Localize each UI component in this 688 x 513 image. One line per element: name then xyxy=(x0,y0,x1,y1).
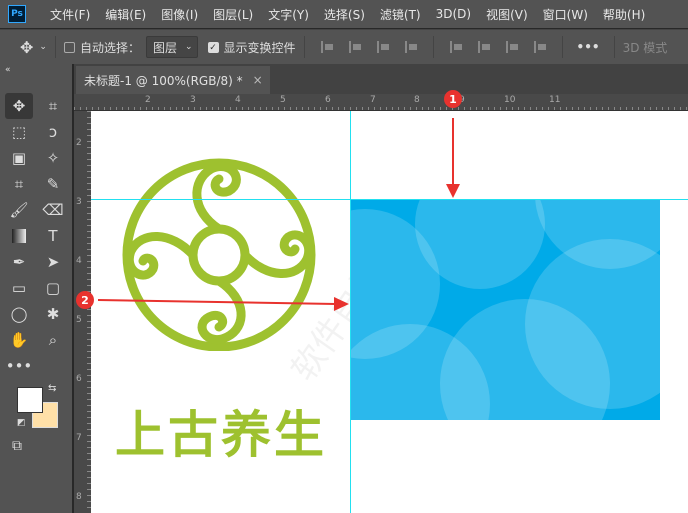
menu-layer[interactable]: 图层(L) xyxy=(213,6,253,23)
ellipse-tool-icon[interactable]: ◯ xyxy=(5,301,33,327)
ruler-label: 5 xyxy=(76,315,82,325)
menu-view[interactable]: 视图(V) xyxy=(486,6,528,23)
more-tools-icon[interactable]: ••• xyxy=(5,353,33,379)
foreground-color-swatch[interactable] xyxy=(17,387,43,413)
annotation-badge-1: 1 xyxy=(444,90,462,108)
align-left-icon[interactable] xyxy=(320,41,333,53)
marquee-tool-icon[interactable]: ⬚ xyxy=(5,119,33,145)
horizontal-guide[interactable] xyxy=(91,199,688,200)
chevron-down-icon[interactable]: ⌄ xyxy=(39,42,47,52)
align-top-icon[interactable] xyxy=(449,41,462,53)
document-title: 未标题-1 @ 100%(RGB/8) * xyxy=(84,73,243,88)
ruler-label: 4 xyxy=(76,256,82,266)
rectangle-tool-icon[interactable]: ▭ xyxy=(5,275,33,301)
ruler-label: 8 xyxy=(414,95,420,105)
distribute-vertical-icon[interactable] xyxy=(404,41,417,53)
artboard-tool-icon[interactable]: ⌗ xyxy=(39,93,67,119)
pen-tool-icon[interactable]: ✒ xyxy=(5,249,33,275)
document-tab[interactable]: 未标题-1 @ 100%(RGB/8) * × xyxy=(76,66,270,94)
move-tool-icon[interactable]: ✥ xyxy=(20,38,33,57)
3d-mode-label: 3D 模式 xyxy=(622,40,668,55)
ruler-label: 8 xyxy=(76,492,82,502)
hand-tool-icon[interactable]: ✋ xyxy=(5,327,33,353)
document-tab-bar: 未标题-1 @ 100%(RGB/8) * × xyxy=(74,64,688,94)
show-transform-checkbox[interactable]: ✓ xyxy=(207,41,219,53)
layer-select-value: 图层 xyxy=(152,40,177,55)
ruler-label: 7 xyxy=(76,433,82,443)
ruler-label: 6 xyxy=(76,374,82,384)
menu-edit[interactable]: 编辑(E) xyxy=(105,6,146,23)
vertical-guide[interactable] xyxy=(350,111,351,513)
brush-tool-icon[interactable]: 🖌 xyxy=(5,197,33,223)
collapse-icon[interactable]: « xyxy=(5,65,11,75)
screen-mode-icon[interactable]: ⧉ xyxy=(12,438,22,454)
menu-image[interactable]: 图像(I) xyxy=(161,6,198,23)
ruler-label: 4 xyxy=(235,95,241,105)
ruler-label: 3 xyxy=(190,95,196,105)
menu-filter[interactable]: 滤镜(T) xyxy=(380,6,421,23)
blue-rectangle-layer[interactable] xyxy=(350,199,660,420)
object-select-tool-icon[interactable]: ▣ xyxy=(5,145,33,171)
show-transform-label: 显示变换控件 xyxy=(223,40,296,55)
menu-3d[interactable]: 3D(D) xyxy=(436,7,471,21)
eraser-tool-icon[interactable]: ⌫ xyxy=(39,197,67,223)
chevron-down-icon: ⌄ xyxy=(184,42,193,52)
custom-shape-icon[interactable]: ✱ xyxy=(39,301,67,327)
align-middle-icon[interactable] xyxy=(477,41,490,53)
auto-select-label: 自动选择： xyxy=(79,40,140,55)
crop-tool-icon[interactable]: ⌗ xyxy=(5,171,33,197)
distribute-horizontal-icon[interactable] xyxy=(533,41,546,53)
zoom-tool-icon[interactable]: ⌕ xyxy=(39,327,67,353)
default-colors-icon[interactable]: ◩ xyxy=(17,418,26,428)
ruler-label: 10 xyxy=(504,95,516,105)
photoshop-logo: Ps xyxy=(8,5,26,23)
magic-wand-icon[interactable]: ✧ xyxy=(39,145,67,171)
rounded-rect-tool-icon[interactable]: ▢ xyxy=(39,275,67,301)
more-options-button[interactable]: ••• xyxy=(577,40,600,54)
menu-select[interactable]: 选择(S) xyxy=(324,6,365,23)
annotation-badge-2: 2 xyxy=(76,291,94,309)
brand-logo xyxy=(122,158,316,351)
menu-type[interactable]: 文字(Y) xyxy=(268,6,309,23)
ruler-label: 11 xyxy=(549,95,561,105)
menu-help[interactable]: 帮助(H) xyxy=(603,6,645,23)
ruler-label: 3 xyxy=(76,197,82,207)
menu-bar: Ps 文件(F) 编辑(E) 图像(I) 图层(L) 文字(Y) 选择(S) 滤… xyxy=(0,0,688,28)
vertical-ruler[interactable]: 2 3 4 5 6 7 8 xyxy=(74,111,91,513)
close-icon[interactable]: × xyxy=(253,73,263,87)
ruler-label: 5 xyxy=(280,95,286,105)
path-select-icon[interactable]: ➤ xyxy=(39,249,67,275)
ruler-label: 2 xyxy=(76,138,82,148)
brand-text: 上古养生 xyxy=(115,406,327,464)
document-canvas[interactable]: 上古养生 软件自学网 xyxy=(91,111,688,513)
horizontal-ruler[interactable]: 2 3 4 5 6 7 8 9 10 11 xyxy=(74,94,688,111)
gradient-tool-icon[interactable] xyxy=(5,223,33,249)
type-tool-icon[interactable]: T xyxy=(39,223,67,249)
lasso-tool-icon[interactable]: ↄ xyxy=(39,119,67,145)
options-bar: ✥ ⌄ 自动选择： 图层 ⌄ ✓ 显示变换控件 ••• 3D 模式 xyxy=(0,29,688,64)
swap-colors-icon[interactable]: ⇆ xyxy=(48,383,56,394)
auto-select-checkbox[interactable] xyxy=(63,41,75,53)
menu-file[interactable]: 文件(F) xyxy=(50,6,90,23)
ruler-label: 7 xyxy=(370,95,376,105)
move-tool-icon[interactable]: ✥ xyxy=(5,93,33,119)
eyedropper-icon[interactable]: ✎ xyxy=(39,171,67,197)
align-center-icon[interactable] xyxy=(348,41,361,53)
menu-window[interactable]: 窗口(W) xyxy=(543,6,588,23)
ruler-label: 6 xyxy=(325,95,331,105)
align-bottom-icon[interactable] xyxy=(505,41,518,53)
ruler-label: 2 xyxy=(145,95,151,105)
layer-select-dropdown[interactable]: 图层 ⌄ xyxy=(145,36,198,58)
align-right-icon[interactable] xyxy=(376,41,389,53)
